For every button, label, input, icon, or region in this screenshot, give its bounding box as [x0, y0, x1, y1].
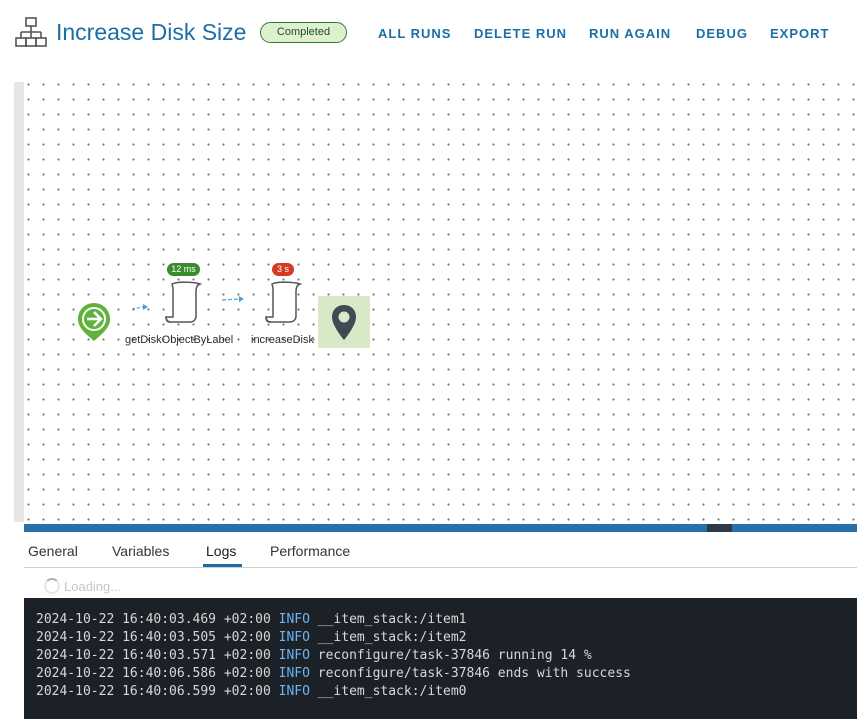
tab-bar: General Variables Logs Performance: [24, 532, 857, 568]
log-console[interactable]: 2024-10-22 16:40:03.469 +02:00 INFO __it…: [24, 598, 857, 719]
log-line: 2024-10-22 16:40:03.505 +02:00 INFO __it…: [24, 629, 857, 647]
loading-text: Loading...: [64, 579, 122, 594]
active-tab-indicator: [203, 564, 242, 567]
spinner-icon: [44, 578, 60, 594]
log-message: reconfigure/task-37846 ends with success: [317, 666, 631, 681]
header: Increase Disk Size Completed ALL RUNS DE…: [0, 0, 857, 70]
log-level: INFO: [278, 684, 310, 699]
log-level: INFO: [278, 630, 310, 645]
tab-variables[interactable]: Variables: [112, 543, 169, 559]
log-message: __item_stack:/item2: [317, 630, 467, 645]
start-node-icon[interactable]: [77, 301, 111, 343]
log-line: 2024-10-22 16:40:03.469 +02:00 INFO __it…: [24, 611, 857, 629]
log-line: 2024-10-22 16:40:06.599 +02:00 INFO __it…: [24, 683, 857, 701]
map-pin-icon: [332, 305, 356, 340]
all-runs-button[interactable]: ALL RUNS: [378, 26, 451, 41]
end-node[interactable]: [318, 296, 370, 348]
node-label: getDiskObjectByLabel: [125, 334, 234, 346]
tab-performance[interactable]: Performance: [270, 543, 350, 559]
log-message: __item_stack:/item1: [317, 612, 467, 627]
delete-run-button[interactable]: DELETE RUN: [474, 26, 567, 41]
log-line: 2024-10-22 16:40:06.586 +02:00 INFO reco…: [24, 665, 857, 683]
node-timing-badge: 3 s: [272, 263, 294, 276]
log-level: INFO: [278, 648, 310, 663]
log-timestamp: 2024-10-22 16:40:06.586 +02:00: [36, 666, 271, 681]
splitter-handle[interactable]: [707, 524, 732, 532]
connector-arrow: [132, 304, 148, 310]
node-timing-badge: 12 ms: [167, 263, 200, 276]
workflow-canvas[interactable]: 12 ms getDiskObjectByLabel 3 s increaseD…: [24, 82, 857, 524]
export-button[interactable]: EXPORT: [770, 26, 829, 41]
script-task-icon[interactable]: [264, 280, 304, 324]
log-message: __item_stack:/item0: [317, 684, 467, 699]
log-line: 2024-10-22 16:40:03.571 +02:00 INFO reco…: [24, 647, 857, 665]
node-label: increaseDisk: [251, 334, 314, 346]
panel-splitter[interactable]: [24, 524, 857, 532]
left-gutter: [14, 82, 24, 522]
log-timestamp: 2024-10-22 16:40:03.571 +02:00: [36, 648, 271, 663]
tab-general[interactable]: General: [28, 543, 78, 559]
log-level: INFO: [278, 666, 310, 681]
run-again-button[interactable]: RUN AGAIN: [589, 26, 671, 41]
tab-logs[interactable]: Logs: [206, 543, 236, 559]
script-task-icon[interactable]: [164, 280, 204, 324]
log-timestamp: 2024-10-22 16:40:06.599 +02:00: [36, 684, 271, 699]
loading-indicator: Loading...: [24, 569, 857, 598]
log-timestamp: 2024-10-22 16:40:03.469 +02:00: [36, 612, 271, 627]
log-timestamp: 2024-10-22 16:40:03.505 +02:00: [36, 630, 271, 645]
connector-arrow: [222, 296, 244, 302]
debug-button[interactable]: DEBUG: [696, 26, 748, 41]
action-bar: ALL RUNS DELETE RUN RUN AGAIN DEBUG EXPO…: [0, 26, 857, 42]
log-message: reconfigure/task-37846 running 14 %: [317, 648, 592, 663]
log-level: INFO: [278, 612, 310, 627]
